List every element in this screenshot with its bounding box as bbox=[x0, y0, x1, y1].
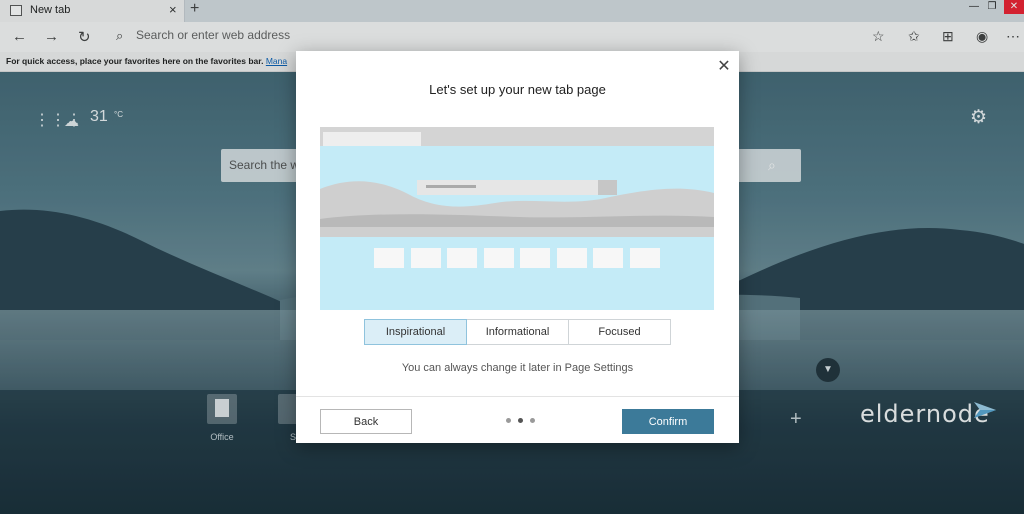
preview-tile bbox=[447, 248, 477, 268]
settings-hint: You can always change it later in Page S… bbox=[401, 362, 634, 374]
preview-tile bbox=[630, 248, 660, 268]
preview-search-button bbox=[598, 180, 617, 195]
layout-option-inspirational[interactable]: Inspirational bbox=[364, 319, 467, 345]
preview-landscape bbox=[320, 181, 714, 237]
dialog-title: Let's set up your new tab page bbox=[429, 82, 606, 97]
preview-tile bbox=[374, 248, 404, 268]
layout-option-informational[interactable]: Informational bbox=[467, 319, 569, 345]
back-button[interactable]: Back bbox=[320, 409, 412, 434]
preview-tile bbox=[484, 248, 514, 268]
preview-tab bbox=[323, 132, 421, 146]
step-dot-active bbox=[518, 418, 523, 423]
layout-option-focused[interactable]: Focused bbox=[569, 319, 671, 345]
step-dot bbox=[506, 418, 511, 423]
close-icon[interactable]: ✕ bbox=[716, 58, 732, 76]
preview-tile bbox=[593, 248, 623, 268]
preview-search-text bbox=[426, 185, 476, 188]
step-indicator bbox=[506, 418, 536, 424]
step-dot bbox=[530, 418, 535, 423]
layout-preview bbox=[320, 127, 714, 310]
confirm-button[interactable]: Confirm bbox=[622, 409, 714, 434]
preview-tile bbox=[557, 248, 587, 268]
preview-tile bbox=[411, 248, 441, 268]
dialog-divider bbox=[296, 396, 739, 397]
preview-tile bbox=[520, 248, 550, 268]
